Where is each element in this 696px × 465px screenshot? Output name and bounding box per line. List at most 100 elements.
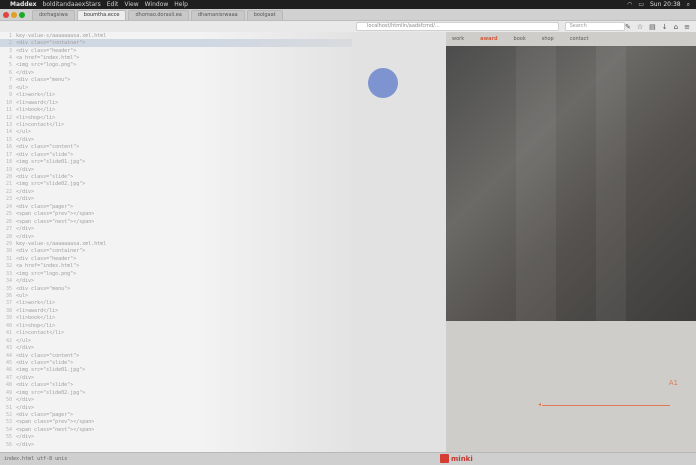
line-code: <div class="container">: [16, 248, 86, 255]
line-number: 54: [5, 426, 12, 433]
line-code: </div>: [16, 397, 35, 404]
line-code: <div class="pager">: [16, 203, 74, 210]
line-number: 31: [5, 255, 12, 262]
browser-tab-active[interactable]: boumtha.ecce: [76, 10, 127, 20]
star-icon[interactable]: ☆: [637, 23, 643, 31]
arrow-left-icon[interactable]: ◂: [538, 401, 541, 408]
line-code: <span class="next"></span>: [16, 426, 95, 433]
line-code: <li>work</li>: [16, 92, 56, 99]
line-code: </ul>: [16, 129, 32, 136]
line-number: 23: [5, 196, 12, 203]
line-number: 37: [5, 300, 12, 307]
line-code: <span class="prev"></span>: [16, 419, 95, 426]
battery-icon[interactable]: ▭: [638, 0, 644, 9]
line-number: 16: [5, 144, 12, 151]
nav-item-shop[interactable]: shop: [542, 36, 554, 42]
line-number: 56: [5, 441, 12, 448]
menu-bar: Maddex bolditandaaexStars Edit View Wind…: [0, 0, 696, 9]
line-code: <img src="logo.png">: [16, 270, 77, 277]
browser-tab[interactable]: boolgaat: [246, 10, 283, 20]
line-number: 13: [5, 121, 12, 128]
code-editor[interactable]: 1 key-value-s/aaaaaaasa.xml.html 2 <div cla…: [0, 32, 352, 452]
browser-tab[interactable]: dorhagsiwa: [32, 10, 75, 20]
logo-text: minki: [451, 454, 473, 463]
line-code: </div>: [16, 404, 35, 411]
line-code: <div class="slide">: [16, 174, 74, 181]
line-code: <li>book</li>: [16, 315, 56, 322]
toolbar-icons: ✎ ☆ ▤ ↓ ⌂ ≡: [625, 23, 696, 31]
clipboard-icon[interactable]: ▤: [649, 23, 656, 31]
line-number: 27: [5, 226, 12, 233]
line-number: 8: [8, 84, 12, 91]
line-code: </div>: [16, 69, 35, 76]
menu-item[interactable]: Window: [145, 0, 169, 9]
line-number: 34: [5, 278, 12, 285]
line-number: 1: [8, 32, 12, 39]
wrench-icon[interactable]: ✎: [625, 23, 631, 31]
menu-item[interactable]: Edit: [107, 0, 119, 9]
app-name[interactable]: Maddex: [10, 0, 37, 9]
line-number: 28: [5, 233, 12, 240]
line-code: </div>: [16, 278, 35, 285]
nav-item-book[interactable]: book: [514, 36, 526, 42]
line-code: </div>: [16, 136, 35, 143]
status-text: index.html utf-8 unix: [4, 456, 68, 462]
slide-pager: A1 ◂: [446, 321, 696, 452]
line-code: <a href="index.html">: [16, 263, 80, 270]
line-number: 11: [5, 107, 12, 114]
pager-line: [542, 405, 670, 406]
line-code: <div class="content">: [16, 352, 80, 359]
line-code: <li>contact</li>: [16, 330, 65, 337]
line-number: 15: [5, 136, 12, 143]
line-code: <li>shop</li>: [16, 322, 56, 329]
line-number: 39: [5, 315, 12, 322]
line-number: 26: [5, 218, 12, 225]
website-preview: work award book shop contact A1 ◂: [446, 32, 696, 452]
menu-item[interactable]: Help: [174, 0, 188, 9]
nav-item-contact[interactable]: contact: [570, 36, 589, 42]
line-code: <li>contact</li>: [16, 121, 65, 128]
nav-item-award[interactable]: award: [480, 36, 497, 42]
line-code: <div class="slide">: [16, 359, 74, 366]
line-number: 49: [5, 389, 12, 396]
line-code: <span class="next"></span>: [16, 218, 95, 225]
line-code: <li>award</li>: [16, 99, 59, 106]
search-icon[interactable]: ⌕: [687, 0, 690, 9]
line-code: </div>: [16, 233, 35, 240]
page-number: A1: [668, 379, 678, 387]
close-icon[interactable]: [3, 12, 9, 18]
wifi-icon[interactable]: ◠: [627, 0, 632, 9]
line-number: 17: [5, 151, 12, 158]
menu-item[interactable]: View: [124, 0, 138, 9]
nav-item-work[interactable]: work: [452, 36, 464, 42]
line-number: 3: [8, 47, 12, 54]
address-bar[interactable]: localhost/htmlin/aadsfcmd/...: [356, 22, 559, 31]
zoom-icon[interactable]: [19, 12, 25, 18]
menu-item[interactable]: bolditandaaexStars: [43, 0, 101, 9]
line-number: 7: [8, 77, 12, 84]
download-icon[interactable]: ↓: [662, 23, 668, 31]
line-code: <div class="header">: [16, 255, 77, 262]
clock[interactable]: Sun 20:38: [650, 0, 681, 9]
line-number: 48: [5, 382, 12, 389]
hero-image: [446, 46, 696, 321]
menu-icon[interactable]: ≡: [684, 23, 690, 31]
home-icon[interactable]: ⌂: [674, 23, 678, 31]
line-code: <li>book</li>: [16, 107, 56, 114]
avatar[interactable]: [368, 68, 398, 98]
line-code: </div>: [16, 226, 35, 233]
search-field[interactable]: Search: [564, 22, 626, 31]
line-number: 50: [5, 397, 12, 404]
menu-bar-status: ◠ ▭ Sun 20:38 ⌕: [627, 0, 696, 9]
line-code: <div class="container">: [16, 40, 86, 47]
line-number: 38: [5, 307, 12, 314]
browser-tab[interactable]: dhamanisrwaaa: [190, 10, 245, 20]
site-logo[interactable]: minki: [440, 454, 473, 463]
minimize-icon[interactable]: [11, 12, 17, 18]
line-number: 36: [5, 293, 12, 300]
line-code: <div class="menu">: [16, 77, 71, 84]
line-number: 14: [5, 129, 12, 136]
browser-tab[interactable]: dhomao.dorasil.ea: [128, 10, 189, 20]
line-number: 55: [5, 434, 12, 441]
line-number: 47: [5, 374, 12, 381]
